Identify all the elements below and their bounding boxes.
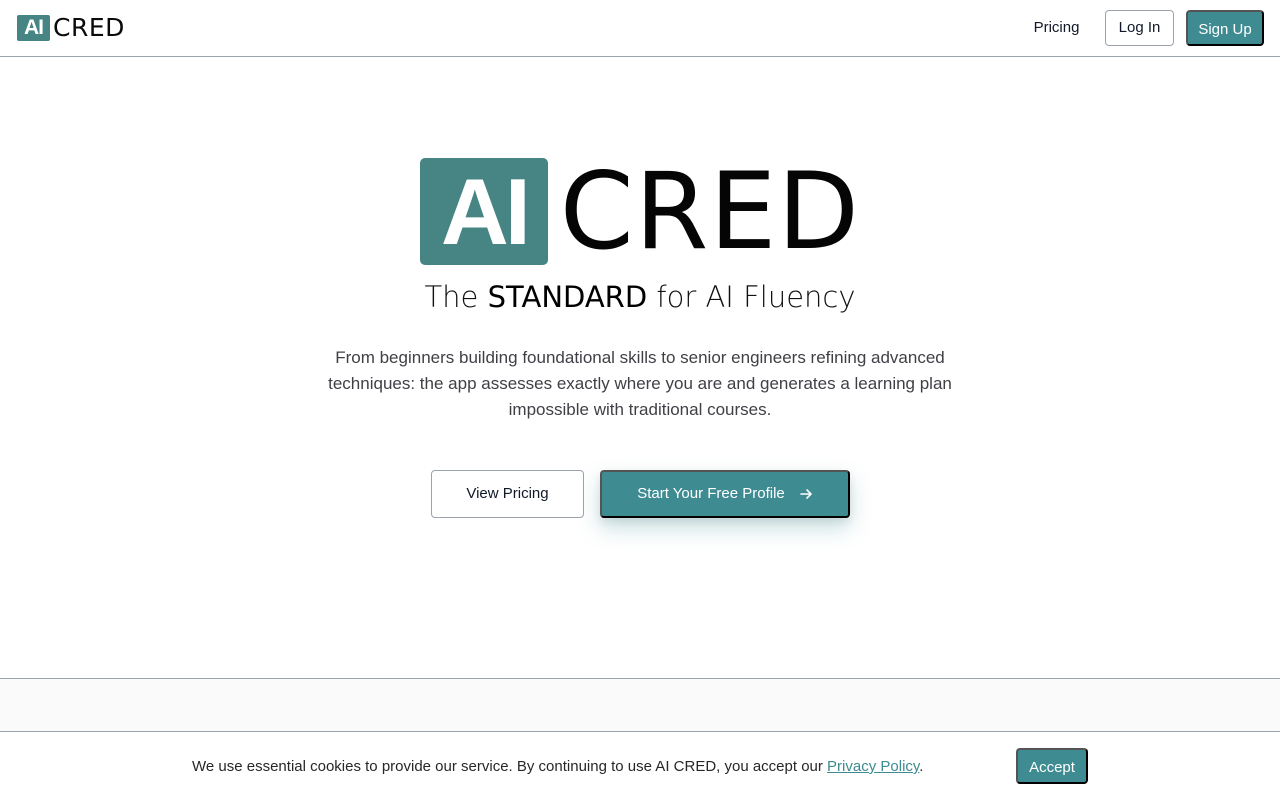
logo-wordmark: CRED <box>53 13 125 42</box>
tagline-emphasis: STANDARD <box>487 280 648 314</box>
accept-cookies-button[interactable]: Accept <box>1016 748 1088 784</box>
hero-logo: AI CRED <box>420 157 860 265</box>
hero-logo-wordmark: CRED <box>559 149 860 273</box>
cookie-text-before: We use essential cookies to provide our … <box>192 758 828 775</box>
login-button[interactable]: Log In <box>1105 10 1174 46</box>
footer-strip <box>0 678 1280 732</box>
cookie-text-after: . <box>919 758 924 775</box>
privacy-policy-link[interactable]: Privacy Policy <box>827 758 919 775</box>
hero-tagline: The STANDARD for AI Fluency <box>340 278 940 316</box>
view-pricing-button[interactable]: View Pricing <box>431 470 584 518</box>
arrow-right-icon <box>799 489 812 499</box>
tagline-suffix: for AI Fluency <box>647 280 856 314</box>
tagline-prefix: The <box>424 280 488 314</box>
cookie-message: We use essential cookies to provide our … <box>192 757 923 777</box>
brand-logo[interactable]: AI CRED <box>17 14 125 42</box>
start-free-profile-label: Start Your Free Profile <box>637 485 785 502</box>
top-navbar: AI CRED Pricing Log In Sign Up <box>0 0 1280 57</box>
logo-ai-box: AI <box>17 15 50 41</box>
hero-logo-ai-box: AI <box>420 157 548 265</box>
hero-description: From beginners building foundational ski… <box>328 348 952 419</box>
start-free-profile-button[interactable]: Start Your Free Profile <box>600 470 850 518</box>
nav-pricing-link[interactable]: Pricing <box>1020 10 1093 46</box>
signup-button[interactable]: Sign Up <box>1186 10 1264 46</box>
cookie-banner: We use essential cookies to provide our … <box>0 731 1280 800</box>
